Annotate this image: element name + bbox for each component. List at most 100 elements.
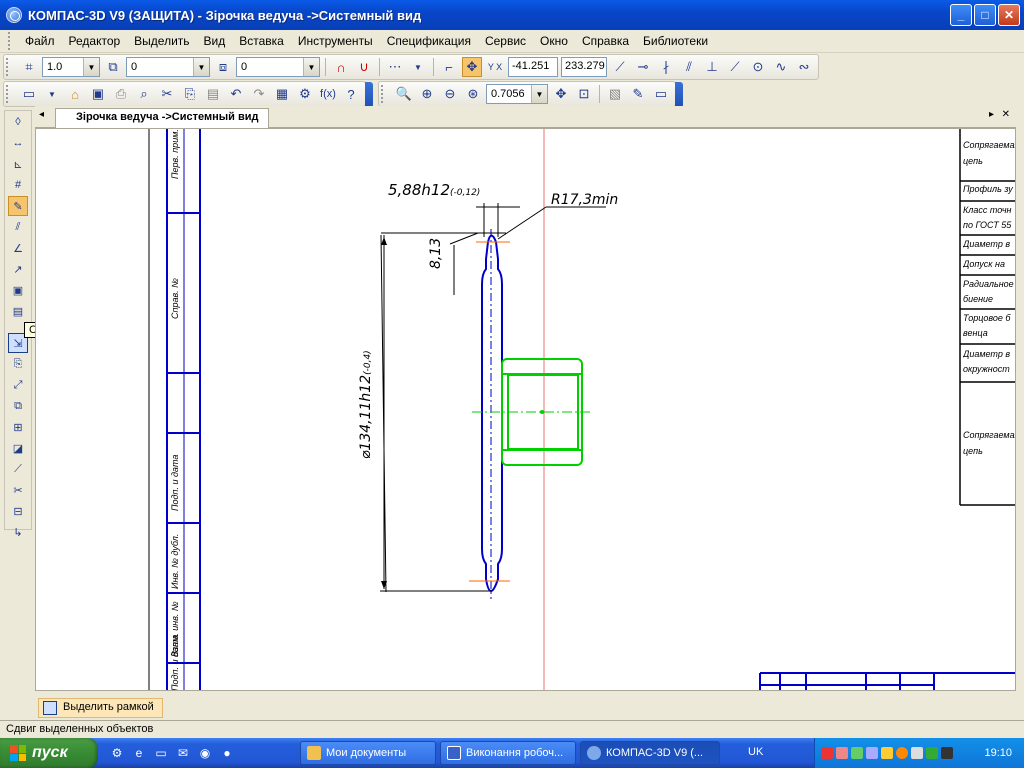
menu-libraries[interactable]: Библиотеки bbox=[636, 32, 715, 50]
ie-icon[interactable]: e bbox=[130, 744, 148, 762]
style-combo[interactable]: 1.0 ▼ bbox=[42, 57, 100, 77]
tab-close-icon[interactable]: ✕ bbox=[1002, 109, 1010, 120]
magnet-local-icon[interactable]: ∪ bbox=[354, 57, 374, 77]
chevron-down-icon[interactable]: ▼ bbox=[531, 85, 547, 103]
snap-tangent-icon[interactable]: ⟋ bbox=[725, 57, 745, 77]
select-icon[interactable]: ↗ bbox=[8, 259, 28, 279]
undo-icon[interactable]: ↶ bbox=[226, 84, 246, 104]
show-all-icon[interactable]: ⊡ bbox=[574, 84, 594, 104]
view-combo[interactable]: 0 ▼ bbox=[236, 57, 320, 77]
tray-icon[interactable] bbox=[941, 747, 953, 759]
deform-icon[interactable]: ◪ bbox=[8, 438, 28, 458]
copy-objects-icon[interactable]: ⎘ bbox=[8, 354, 28, 374]
menu-view[interactable]: Вид bbox=[197, 32, 233, 50]
trim-icon[interactable]: ⟋ bbox=[8, 459, 28, 479]
tray-icon[interactable] bbox=[926, 747, 938, 759]
grid-icon[interactable]: ⋯ bbox=[385, 57, 405, 77]
zoom-combo[interactable]: 0.7056 ▼ bbox=[486, 84, 548, 104]
menu-insert[interactable]: Вставка bbox=[232, 32, 291, 50]
snap-angle-icon[interactable]: ⫽ bbox=[679, 57, 699, 77]
menu-editor[interactable]: Редактор bbox=[62, 32, 128, 50]
zoom-out-icon[interactable]: ⊖ bbox=[440, 84, 460, 104]
dimensions-icon[interactable]: ↔ bbox=[8, 133, 28, 153]
menu-specification[interactable]: Спецификация bbox=[380, 32, 478, 50]
zoom-scale-icon[interactable]: ⊛ bbox=[463, 84, 483, 104]
paste-icon[interactable]: ▤ bbox=[203, 84, 223, 104]
split-icon[interactable]: ✂ bbox=[8, 480, 28, 500]
save-icon[interactable]: ▣ bbox=[88, 84, 108, 104]
grid-dropdown-icon[interactable]: ▼ bbox=[408, 57, 428, 77]
zoom-window-icon[interactable]: 🔍 bbox=[394, 84, 414, 104]
variables-icon[interactable]: f(x) bbox=[318, 84, 338, 104]
open-folder-icon[interactable]: ⌂ bbox=[65, 84, 85, 104]
view-layer-icon[interactable]: ⧈ bbox=[213, 57, 233, 77]
clock[interactable]: 19:10 bbox=[984, 747, 1012, 759]
snap-vertical-icon[interactable]: ∤ bbox=[656, 57, 676, 77]
magnet-icon[interactable]: ∩ bbox=[331, 57, 351, 77]
associative-views-icon[interactable]: ▣ bbox=[8, 280, 28, 300]
snap-icon[interactable]: ✥ bbox=[462, 57, 482, 77]
tray-icon[interactable] bbox=[881, 747, 893, 759]
symmetry-icon[interactable]: ⧉ bbox=[8, 396, 28, 416]
maximize-button[interactable]: □ bbox=[974, 4, 996, 26]
coord-x-field[interactable]: -41.251 bbox=[508, 57, 558, 77]
tray-icon[interactable] bbox=[821, 747, 833, 759]
tray-icon[interactable] bbox=[866, 747, 878, 759]
edit-icon[interactable]: ✎ bbox=[8, 196, 28, 216]
firefox-icon[interactable]: ● bbox=[218, 744, 236, 762]
zoom-in-icon[interactable]: ⊕ bbox=[417, 84, 437, 104]
select-frame-button[interactable]: Выделить рамкой bbox=[38, 698, 163, 718]
geometry-icon[interactable]: ◊ bbox=[8, 112, 28, 132]
redo-icon[interactable]: ↷ bbox=[249, 84, 269, 104]
snap-perpendicular-icon[interactable]: ⊥ bbox=[702, 57, 722, 77]
layer-combo[interactable]: 0 ▼ bbox=[126, 57, 210, 77]
tray-icon[interactable] bbox=[851, 747, 863, 759]
tray-icon[interactable] bbox=[896, 747, 908, 759]
close-button[interactable]: ✕ bbox=[998, 4, 1020, 26]
library-icon[interactable]: ⚙ bbox=[295, 84, 315, 104]
menu-file[interactable]: Файл bbox=[18, 32, 62, 50]
desktop-icon[interactable]: ▭ bbox=[152, 744, 170, 762]
properties-icon[interactable]: ✎ bbox=[628, 84, 648, 104]
volume-icon[interactable] bbox=[911, 747, 923, 759]
snap-center-icon[interactable]: ⊙ bbox=[748, 57, 768, 77]
drawing-canvas[interactable]: 5,88h12(-0,12) R17,3min 8,13 ⌀134,11h12(… bbox=[35, 128, 1016, 691]
menu-window[interactable]: Окно bbox=[533, 32, 575, 50]
tab-document[interactable]: Зірочка ведуча ->Системный вид bbox=[55, 108, 270, 128]
measure-icon[interactable]: ∠ bbox=[8, 238, 28, 258]
menu-tools[interactable]: Инструменты bbox=[291, 32, 380, 50]
copy-icon[interactable]: ⎘ bbox=[180, 84, 200, 104]
quick-launch-icon[interactable]: ⚙ bbox=[108, 744, 126, 762]
cursor-grid-icon[interactable]: ⌗ bbox=[19, 57, 39, 77]
menu-select[interactable]: Выделить bbox=[127, 32, 196, 50]
snap-spline-icon[interactable]: ∾ bbox=[794, 57, 814, 77]
media-icon[interactable]: ◉ bbox=[196, 744, 214, 762]
tab-scroll-left-icon[interactable]: ◂ bbox=[39, 109, 44, 120]
outlook-icon[interactable]: ✉ bbox=[174, 744, 192, 762]
help-pointer-icon[interactable]: ? bbox=[341, 84, 361, 104]
snap-curve-icon[interactable]: ∿ bbox=[771, 57, 791, 77]
scale-icon[interactable]: ⤢ bbox=[8, 375, 28, 395]
manager-icon[interactable]: ▦ bbox=[272, 84, 292, 104]
chevron-down-icon[interactable]: ▼ bbox=[303, 58, 319, 76]
language-indicator[interactable]: UK bbox=[748, 746, 763, 758]
new-document-icon[interactable]: ▭ bbox=[19, 84, 39, 104]
break-icon[interactable]: ⊟ bbox=[8, 501, 28, 521]
ortho-icon[interactable]: ⌐ bbox=[439, 57, 459, 77]
menu-help[interactable]: Справка bbox=[575, 32, 636, 50]
grid-table-icon[interactable]: # bbox=[8, 175, 28, 195]
new-dropdown-icon[interactable]: ▼ bbox=[42, 84, 62, 104]
minimize-button[interactable]: _ bbox=[950, 4, 972, 26]
tab-scroll-right-icon[interactable]: ▸ bbox=[989, 109, 994, 120]
task-my-documents[interactable]: Мои документы bbox=[300, 741, 436, 765]
designations-icon[interactable]: ⊾ bbox=[8, 154, 28, 174]
chevron-down-icon[interactable]: ▼ bbox=[193, 58, 209, 76]
chevron-down-icon[interactable]: ▼ bbox=[83, 58, 99, 76]
cut-icon[interactable]: ✂ bbox=[157, 84, 177, 104]
task-kompas[interactable]: КОМПАС-3D V9 (... bbox=[580, 741, 720, 765]
spec-icon[interactable]: ▤ bbox=[8, 301, 28, 321]
snap-mid-icon[interactable]: ⊸ bbox=[633, 57, 653, 77]
layers-icon[interactable]: ⧉ bbox=[103, 57, 123, 77]
copy-array-icon[interactable]: ⊞ bbox=[8, 417, 28, 437]
refresh-icon[interactable]: ▧ bbox=[605, 84, 625, 104]
